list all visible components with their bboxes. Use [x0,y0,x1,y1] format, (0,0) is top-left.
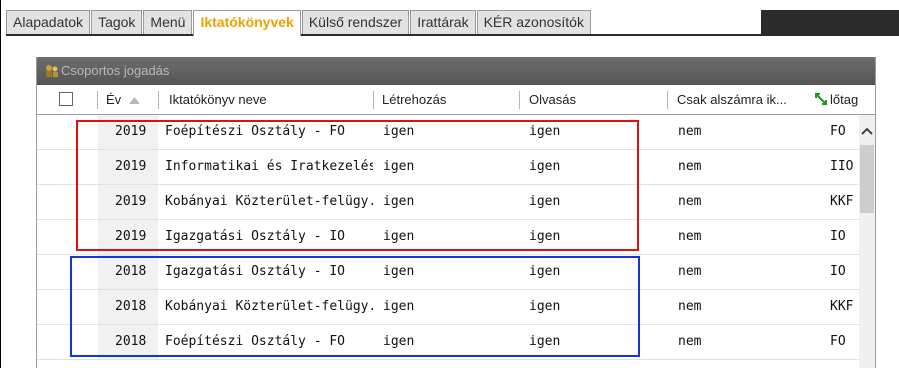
tab-iktatókönyvek[interactable]: Iktatókönyvek [193,10,301,36]
table-row[interactable]: 2019 Informatikai és Iratkezelési... igen i… [37,150,859,185]
column-header-only-sub[interactable]: Csak alszámra ik... [677,85,787,114]
cell-read: igen [529,334,561,349]
panel-title[interactable]: Csoportos jogadás [61,57,169,85]
cell-only-sub: nem [678,334,702,349]
cell-read: igen [529,229,561,244]
cell-read: igen [529,159,561,174]
column-header-year[interactable]: Év [106,85,140,114]
group-permission-icon[interactable] [45,64,59,78]
tab-bar: Alapadatok Tagok Menü Iktatókönyvek Külső re… [6,10,899,36]
records-grid: 2019 Foépítészi Osztály - FO igen igen nem FO… [37,115,875,368]
tab-tagok[interactable]: Tagok [91,10,143,34]
cell-name: Igazgatási Osztály - IO [165,264,346,279]
cell-name: Kobányai Közterület-felügy... [165,194,373,209]
table-row[interactable]: 2018 Igazgatási Osztály - IO igen igen nem IO [37,255,859,290]
cell-only-sub: nem [678,299,702,314]
cell-only-sub: nem [678,159,702,174]
cell-year: 2019 [98,150,158,184]
table-row[interactable]: 2018 Kobányai Közterület-felügy... igen ige… [37,290,859,325]
table-row[interactable]: 2019 Igazgatási Osztály - IO igen igen nem IO [37,220,859,255]
column-header-tag[interactable]: lőtag [830,85,858,114]
scroll-up-arrow-icon[interactable] [861,125,873,137]
column-header-create[interactable]: Létrehozás [382,85,446,114]
cell-read: igen [529,124,561,139]
column-header-name[interactable]: Iktatókönyv neve [169,85,267,114]
cell-read: igen [529,299,561,314]
cell-year: 2018 [98,290,158,324]
cell-tag: FO [830,334,846,349]
cell-name: Foépítészi Osztály - FO [165,334,346,349]
cell-tag: KKF [830,194,854,209]
column-header-read[interactable]: Olvasás [529,85,576,114]
cell-tag: IO [830,264,846,279]
cell-create: igen [383,334,415,349]
tab-külső-rendszer[interactable]: Külső rendszer [301,10,410,34]
cell-create: igen [383,159,415,174]
cell-name: Igazgatási Osztály - IO [165,229,346,244]
panel-header: Csoportos jogadás [37,57,875,85]
cell-only-sub: nem [678,124,702,139]
cell-read: igen [529,194,561,209]
tab-bar-filler [761,10,899,34]
cell-tag: IIO [830,159,854,174]
cell-tag: FO [830,124,846,139]
cell-year: 2018 [98,255,158,289]
cell-only-sub: nem [678,194,702,209]
refresh-arrows-icon[interactable] [813,91,829,107]
cell-year: 2019 [98,220,158,254]
scrollbar-thumb[interactable] [860,145,874,213]
cell-year: 2019 [98,115,158,149]
select-all-checkbox[interactable] [59,92,73,106]
table-row[interactable]: 2019 Kobányai Közterület-felügy... igen ige… [37,185,859,220]
cell-only-sub: nem [678,229,702,244]
sort-ascending-icon [128,96,140,104]
tab-menü[interactable]: Menü [143,10,193,34]
cell-create: igen [383,194,415,209]
tab-alapadatok[interactable]: Alapadatok [6,10,91,34]
tab-irattárak[interactable]: Irattárak [410,10,476,34]
cell-read: igen [529,264,561,279]
cell-name: Kobányai Közterület-felügy... [165,299,373,314]
cell-only-sub: nem [678,264,702,279]
column-header-row: Év Iktatókönyv neve Létrehozás Olvasás C… [37,85,875,115]
cell-create: igen [383,299,415,314]
cell-year: 2018 [98,325,158,359]
table-row[interactable]: 2019 Foépítészi Osztály - FO igen igen nem FO [37,115,859,150]
cell-name: Foépítészi Osztály - FO [165,124,346,139]
cell-tag: KKF [830,299,854,314]
table-row[interactable]: 2018 Foépítészi Osztály - FO igen igen nem FO [37,325,859,360]
cell-create: igen [383,264,415,279]
cell-tag: IO [830,229,846,244]
vertical-scrollbar[interactable] [859,115,875,368]
cell-create: igen [383,124,415,139]
cell-name: Informatikai és Iratkezelési... [165,159,373,174]
tab-list: Alapadatok Tagok Menü Iktatókönyvek Külső re… [6,10,592,36]
cell-create: igen [383,229,415,244]
cell-year: 2019 [98,185,158,219]
tab-kér-azonosítók[interactable]: KÉR azonosítók [476,10,591,34]
permissions-panel: Csoportos jogadás Év Iktatókönyv neve Lé… [36,57,876,368]
